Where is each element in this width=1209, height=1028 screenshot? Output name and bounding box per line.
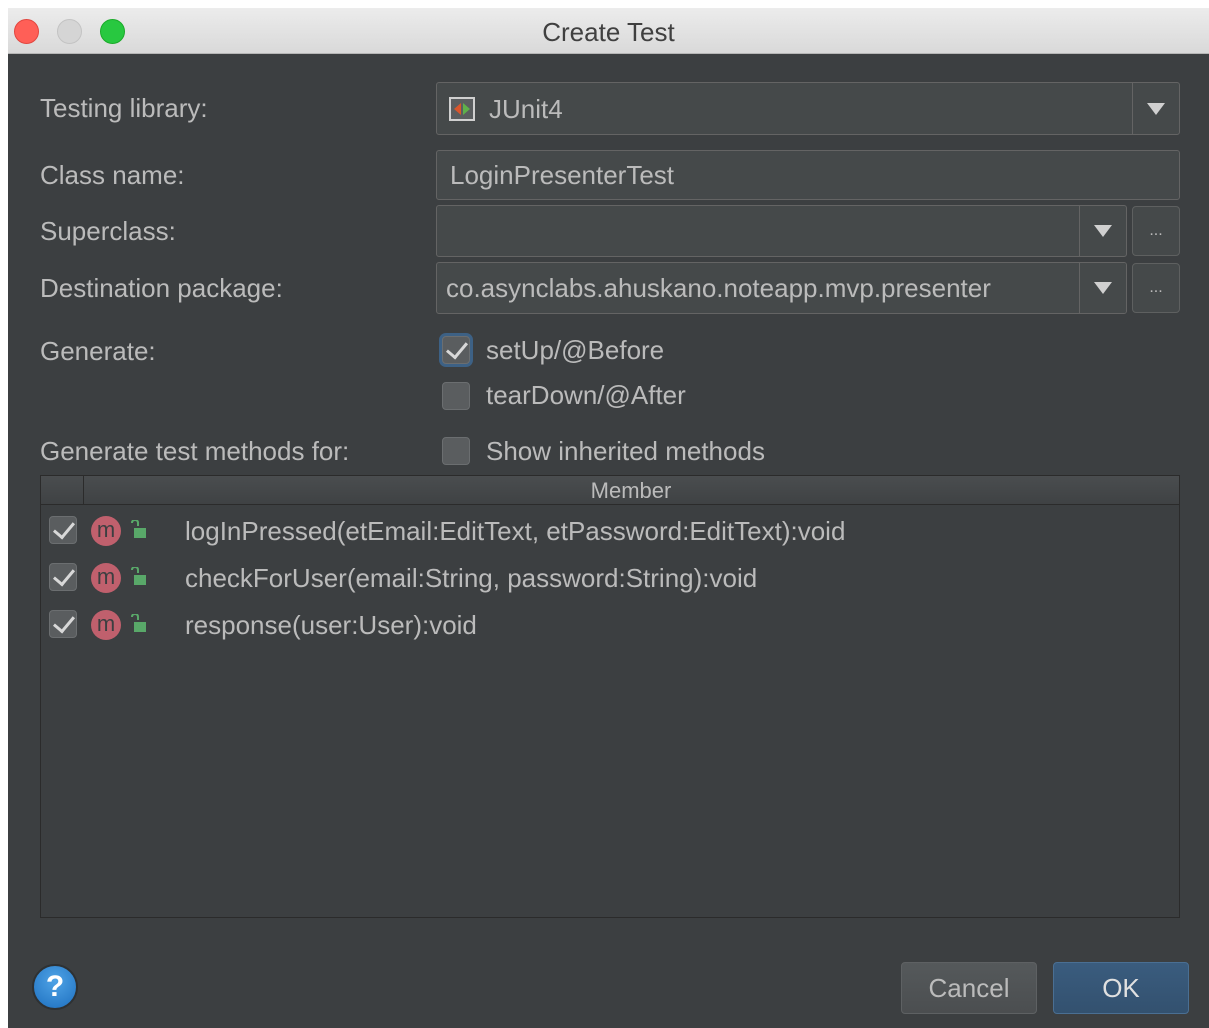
destination-package-combo[interactable]: co.asynclabs.ahuskano.noteapp.mvp.presen… (436, 262, 1127, 314)
table-row[interactable]: m checkForUser(email:String, password:St… (41, 555, 1179, 601)
method-icon: m (91, 610, 121, 640)
method-signature: logInPressed(etEmail:EditText, etPasswor… (185, 516, 846, 546)
teardown-after-label: tearDown/@After (486, 380, 686, 410)
ok-button[interactable]: OK (1053, 962, 1189, 1014)
setup-before-label: setUp/@Before (486, 335, 665, 365)
testing-library-combo[interactable]: JUnit4 (436, 82, 1180, 135)
method-signature: checkForUser(email:String, password:Stri… (185, 563, 758, 593)
cancel-button[interactable]: Cancel (901, 962, 1037, 1014)
destination-package-dropdown-arrow[interactable] (1079, 263, 1126, 313)
members-table[interactable]: Member m logInPressed(etEmail:EditText, … (40, 475, 1180, 918)
destination-package-value: co.asynclabs.ahuskano.noteapp.mvp.presen… (446, 273, 991, 303)
generate-label: Generate: (40, 336, 156, 366)
chevron-down-icon (1147, 102, 1165, 115)
table-row[interactable]: m response(user:User):void (41, 602, 1179, 648)
row-checkbox[interactable] (49, 563, 77, 591)
class-name-label: Class name: (40, 160, 185, 190)
testing-library-value: JUnit4 (489, 94, 563, 124)
chevron-down-icon (1094, 225, 1112, 237)
destination-package-browse-button[interactable]: ... (1132, 263, 1180, 313)
junit-icon (449, 97, 475, 121)
create-test-dialog: Create Test Testing library: JUnit4 Clas… (8, 8, 1209, 1028)
show-inherited-checkbox[interactable] (442, 437, 470, 465)
superclass-browse-button[interactable]: ... (1132, 206, 1180, 256)
class-name-input[interactable]: LoginPresenterTest (436, 150, 1180, 200)
table-row[interactable]: m logInPressed(etEmail:EditText, etPassw… (41, 508, 1179, 554)
unlocked-icon (131, 614, 146, 632)
unlocked-icon (131, 567, 146, 585)
testing-library-label: Testing library: (40, 93, 208, 123)
unlocked-icon (131, 520, 146, 538)
row-checkbox[interactable] (49, 516, 77, 544)
superclass-dropdown-arrow[interactable] (1079, 206, 1126, 256)
destination-package-label: Destination package: (40, 273, 283, 303)
row-checkbox[interactable] (49, 610, 77, 638)
help-button[interactable]: ? (32, 964, 78, 1010)
window-title: Create Test (542, 17, 675, 47)
generate-methods-label: Generate test methods for: (40, 436, 350, 466)
title-bar: Create Test (8, 8, 1209, 54)
method-icon: m (91, 516, 121, 546)
superclass-combo[interactable] (436, 205, 1127, 257)
class-name-value: LoginPresenterTest (450, 160, 675, 190)
testing-library-dropdown-arrow[interactable] (1132, 83, 1179, 134)
table-header: Member (41, 476, 1179, 505)
teardown-after-checkbox[interactable] (442, 382, 470, 410)
more-icon: ... (1149, 279, 1163, 296)
chevron-down-icon (1094, 282, 1112, 294)
show-inherited-label: Show inherited methods (486, 436, 765, 466)
member-column-header[interactable]: Member (83, 478, 1179, 504)
method-icon: m (91, 563, 121, 593)
more-icon: ... (1149, 222, 1163, 239)
setup-before-checkbox[interactable] (442, 336, 470, 364)
method-signature: response(user:User):void (185, 610, 477, 640)
superclass-label: Superclass: (40, 216, 176, 246)
